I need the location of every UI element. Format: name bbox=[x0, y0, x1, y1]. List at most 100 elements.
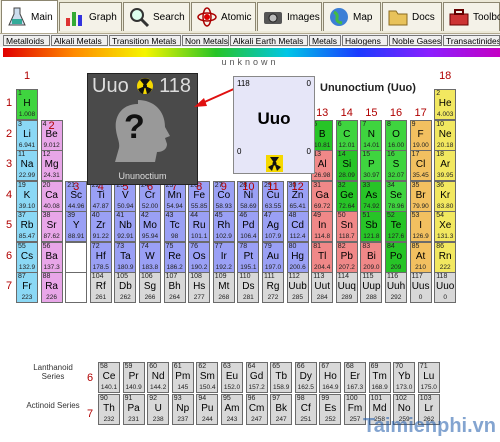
element-yb[interactable]: 70 Yb 173.0 bbox=[393, 362, 416, 393]
element-mo[interactable]: 42 Mo 95.94 bbox=[139, 211, 161, 242]
legend-transition-metals[interactable]: Transition Metals bbox=[109, 35, 181, 46]
element-uut[interactable]: 113 Uut 284 bbox=[311, 272, 334, 303]
element-tb[interactable]: 65 Tb 158.9 bbox=[270, 362, 293, 393]
element-uub[interactable]: 112 Uub 285 bbox=[286, 272, 309, 303]
element-te[interactable]: 52 Te 127.6 bbox=[385, 211, 407, 242]
element-ge[interactable]: 32 Ge 72.64 bbox=[335, 180, 358, 212]
element-h[interactable]: 1 H 1.008 bbox=[16, 89, 38, 120]
element-cs[interactable]: 55 Cs 132.9 bbox=[16, 241, 38, 273]
element-rf[interactable]: 104 Rf 261 bbox=[89, 272, 112, 303]
element-hf[interactable]: 72 Hf 178.5 bbox=[89, 241, 112, 273]
tab-atomic[interactable]: Atomic bbox=[191, 2, 256, 31]
element-k[interactable]: 19 K 39.10 bbox=[16, 180, 38, 212]
element-np[interactable]: 93 Np 237 bbox=[171, 394, 194, 425]
legend-metalloids[interactable]: Metalloids bbox=[3, 35, 50, 46]
element-ir[interactable]: 77 Ir 192.2 bbox=[212, 241, 235, 273]
element-rh[interactable]: 45 Rh 102.9 bbox=[212, 211, 235, 242]
element-au[interactable]: 79 Au 197.0 bbox=[262, 241, 284, 273]
element-w[interactable]: 74 W 183.8 bbox=[139, 241, 161, 273]
element-mg[interactable]: 12 Mg 24.31 bbox=[40, 150, 63, 181]
element-bh[interactable]: 107 Bh 264 bbox=[163, 272, 186, 303]
tab-graph[interactable]: Graph bbox=[59, 2, 122, 31]
tab-toolbox[interactable]: Toolbox bbox=[443, 2, 500, 31]
element-rg[interactable]: 111 Rg 272 bbox=[262, 272, 284, 303]
element-cm[interactable]: 96 Cm 247 bbox=[245, 394, 268, 425]
element-sr[interactable]: 38 Sr 87.62 bbox=[40, 211, 63, 242]
element-cf[interactable]: 98 Cf 251 bbox=[294, 394, 317, 425]
element-ga[interactable]: 31 Ga 69.72 bbox=[311, 180, 334, 212]
element-mt[interactable]: 109 Mt 268 bbox=[212, 272, 235, 303]
element-cl[interactable]: 17 Cl 35.45 bbox=[409, 150, 432, 181]
element-ca[interactable]: 20 Ca 40.08 bbox=[40, 180, 63, 212]
element-s[interactable]: 16 S 32.07 bbox=[385, 150, 407, 181]
element-tc[interactable]: 43 Tc 98 bbox=[163, 211, 186, 242]
element-pr[interactable]: 59 Pr 140.9 bbox=[122, 362, 145, 393]
element-n[interactable]: 7 N 14.01 bbox=[360, 119, 383, 151]
element-gd[interactable]: 64 Gd 157.2 bbox=[245, 362, 268, 393]
element-th[interactable]: 90 Th 232 bbox=[98, 394, 120, 425]
element-ta[interactable]: 73 Ta 180.9 bbox=[114, 241, 137, 273]
element-db[interactable]: 105 Db 262 bbox=[114, 272, 137, 303]
element-hg[interactable]: 80 Hg 200.6 bbox=[286, 241, 309, 273]
element-rb[interactable]: 37 Rb 85.47 bbox=[16, 211, 38, 242]
element-uus[interactable]: 117 Uus 0 bbox=[409, 272, 432, 303]
legend-non-metals[interactable]: Non Metals bbox=[182, 35, 229, 46]
element-ne[interactable]: 10 Ne 20.18 bbox=[434, 119, 457, 151]
element-u[interactable]: 92 U 238 bbox=[147, 394, 170, 425]
element-os[interactable]: 76 Os 190.2 bbox=[188, 241, 211, 273]
element-es[interactable]: 99 Es 252 bbox=[319, 394, 342, 425]
element-zr[interactable]: 40 Zr 91.22 bbox=[89, 211, 112, 242]
element-i[interactable]: 53 I 126.9 bbox=[409, 211, 432, 242]
element-ho[interactable]: 67 Ho 164.9 bbox=[319, 362, 342, 393]
element-fr[interactable]: 87 Fr 223 bbox=[16, 272, 38, 303]
element-ds[interactable]: 110 Ds 281 bbox=[237, 272, 260, 303]
tab-map[interactable]: Map bbox=[323, 2, 381, 31]
element-uup[interactable]: 115 Uup 288 bbox=[360, 272, 383, 303]
element-at[interactable]: 85 At 210 bbox=[409, 241, 432, 273]
element-am[interactable]: 95 Am 243 bbox=[221, 394, 243, 425]
element-sm[interactable]: 62 Sm 150.4 bbox=[196, 362, 219, 393]
element-bk[interactable]: 97 Bk 247 bbox=[270, 394, 293, 425]
element-xe[interactable]: 54 Xe 131.3 bbox=[434, 211, 457, 242]
element-ru[interactable]: 44 Ru 101.1 bbox=[188, 211, 211, 242]
element-pa[interactable]: 91 Pa 231 bbox=[122, 394, 145, 425]
tab-images[interactable]: Images bbox=[257, 2, 322, 31]
element-hs[interactable]: 108 Hs 277 bbox=[188, 272, 211, 303]
element-pu[interactable]: 94 Pu 244 bbox=[196, 394, 219, 425]
element-sn[interactable]: 50 Sn 118.7 bbox=[335, 211, 358, 242]
element-tl[interactable]: 81 Tl 204.4 bbox=[311, 241, 334, 273]
element-po[interactable]: 84 Po 209 bbox=[385, 241, 407, 273]
element-cd[interactable]: 48 Cd 112.4 bbox=[286, 211, 309, 242]
element-in[interactable]: 49 In 114.8 bbox=[311, 211, 334, 242]
element-uuq[interactable]: 114 Uuq 289 bbox=[335, 272, 358, 303]
element-o[interactable]: 8 O 16.00 bbox=[385, 119, 407, 151]
element-ag[interactable]: 47 Ag 107.9 bbox=[262, 211, 284, 242]
element-p[interactable]: 15 P 30.97 bbox=[360, 150, 383, 181]
element-uuo[interactable]: 118 Uuo 0 bbox=[434, 272, 457, 303]
element-pt[interactable]: 78 Pt 195.1 bbox=[237, 241, 260, 273]
tab-docs[interactable]: Docs bbox=[382, 2, 442, 31]
element-pb[interactable]: 82 Pb 207.2 bbox=[335, 241, 358, 273]
legend-noble-gases[interactable]: Noble Gases bbox=[389, 35, 442, 46]
element-si[interactable]: 14 Si 28.09 bbox=[335, 150, 358, 181]
element-sb[interactable]: 51 Sb 121.8 bbox=[360, 211, 383, 242]
element-re[interactable]: 75 Re 186.2 bbox=[163, 241, 186, 273]
element-na[interactable]: 11 Na 22.99 bbox=[16, 150, 38, 181]
element-eu[interactable]: 63 Eu 152.0 bbox=[221, 362, 243, 393]
element-se[interactable]: 34 Se 78.96 bbox=[385, 180, 407, 212]
legend-transactinides[interactable]: Transactinides bbox=[443, 35, 500, 46]
element-ba[interactable]: 56 Ba 137.3 bbox=[40, 241, 63, 273]
element-as[interactable]: 33 As 74.92 bbox=[360, 180, 383, 212]
tab-main[interactable]: Main bbox=[1, 0, 58, 33]
tab-search[interactable]: Search bbox=[123, 2, 190, 31]
element-lu[interactable]: 71 Lu 175.0 bbox=[417, 362, 440, 393]
legend-halogens[interactable]: Halogens bbox=[342, 35, 388, 46]
legend-metals[interactable]: Metals bbox=[309, 35, 341, 46]
element-nd[interactable]: 60 Nd 144.2 bbox=[147, 362, 170, 393]
element-sg[interactable]: 106 Sg 266 bbox=[139, 272, 161, 303]
element-er[interactable]: 68 Er 167.3 bbox=[344, 362, 366, 393]
element-pd[interactable]: 46 Pd 106.4 bbox=[237, 211, 260, 242]
legend-alkali-earth-metals[interactable]: Alkali Earth Metals bbox=[230, 35, 308, 46]
element-y[interactable]: 39 Y 88.91 bbox=[65, 211, 88, 242]
element-dy[interactable]: 66 Dy 162.5 bbox=[294, 362, 317, 393]
